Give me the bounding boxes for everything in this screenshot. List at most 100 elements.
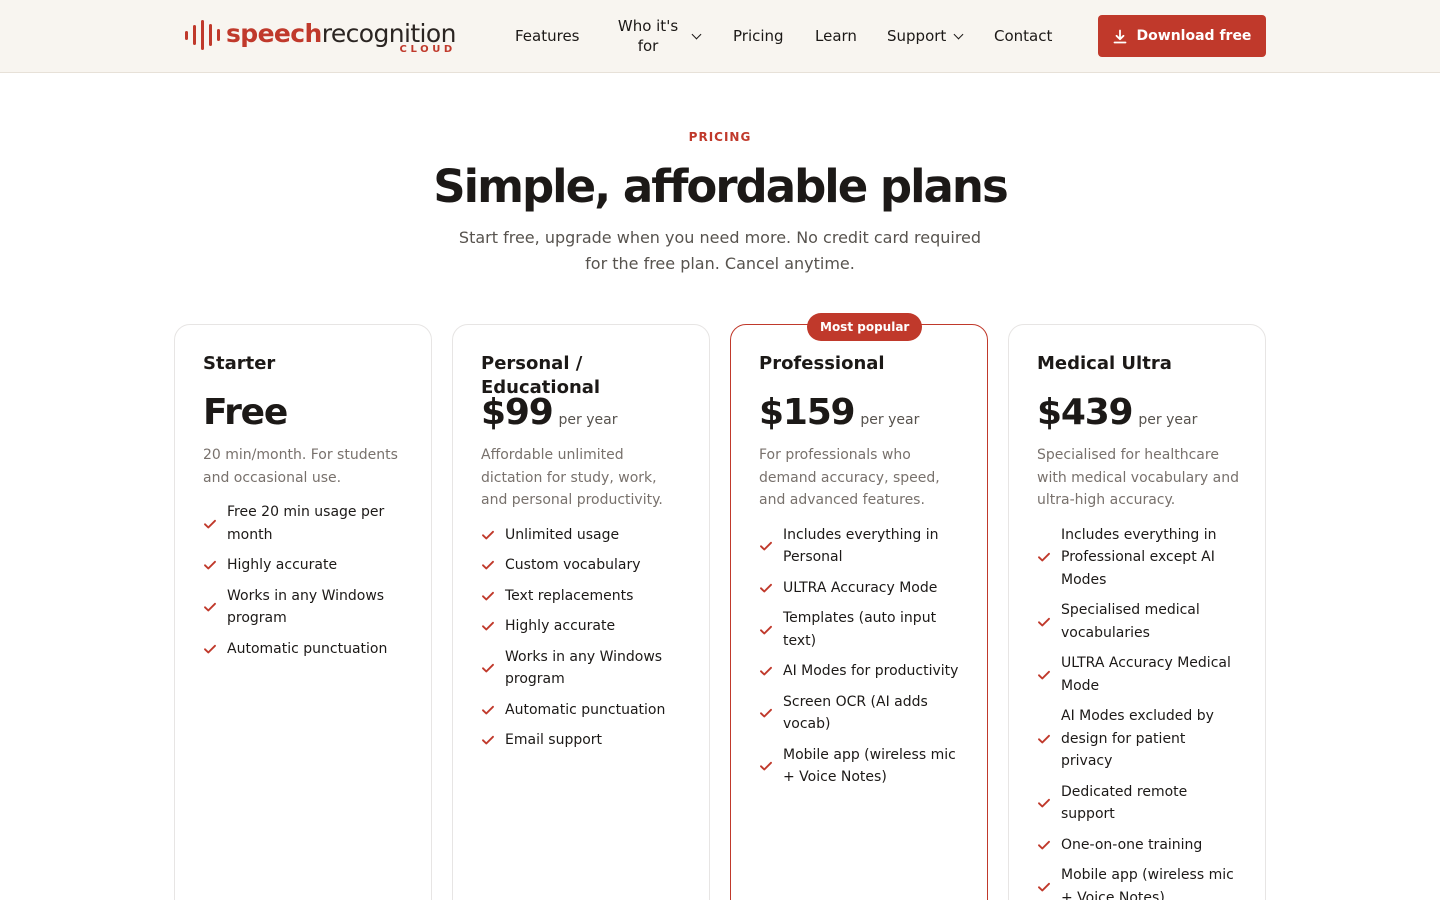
feature-item: Unlimited usage <box>481 520 682 551</box>
nav-item-contact[interactable]: Contact <box>994 0 1052 72</box>
price-row: Free <box>203 392 404 442</box>
feature-text: Mobile app (wireless mic + Voice Notes) <box>1061 867 1234 900</box>
check-icon <box>204 644 216 654</box>
feature-list: Includes everything in Professional exce… <box>1037 520 1238 900</box>
feature-item: ULTRA Accuracy Mode <box>759 573 960 604</box>
feature-item: Mobile app (wireless mic + Voice Notes) <box>1037 860 1238 900</box>
feature-item: Mobile app (wireless mic + Voice Notes) <box>759 740 960 793</box>
nav-item-learn[interactable]: Learn <box>815 0 857 72</box>
feature-text: Text replacements <box>505 587 634 604</box>
check-icon <box>482 561 494 570</box>
plan-card-starter: Starter Free 20 min/month. For students an… <box>174 324 432 900</box>
check-icon <box>1038 882 1050 891</box>
feature-item: Screen OCR (AI adds vocab) <box>759 687 960 740</box>
check-icon <box>1038 617 1050 626</box>
plan-period: per year <box>860 412 920 428</box>
nav-item-label: Features <box>515 27 580 45</box>
check-icon <box>204 519 216 528</box>
feature-text: AI Modes excluded by design for patient … <box>1061 708 1214 769</box>
plan-description: Affordable unlimited dictation for study… <box>481 447 663 508</box>
plan-name: Medical Ultra <box>1037 353 1172 374</box>
feature-text: Templates (auto input text) <box>783 610 937 649</box>
plan-period: per year <box>1138 412 1198 428</box>
feature-item: Free 20 min usage per month <box>203 497 404 550</box>
feature-text: Highly accurate <box>505 618 616 634</box>
page-title: Simple, affordable plans <box>433 160 1009 213</box>
plan-description: 20 min/month. For students and occasiona… <box>203 447 398 486</box>
feature-item: Automatic punctuation <box>203 634 404 665</box>
check-icon <box>482 663 494 673</box>
feature-item: Includes everything in Professional exce… <box>1037 520 1238 596</box>
feature-item: One-on-one training <box>1037 830 1238 861</box>
feature-item: Includes everything in Personal <box>759 520 960 573</box>
section-eyebrow: PRICING <box>688 130 752 144</box>
check-icon <box>1038 670 1050 679</box>
feature-text: Highly accurate <box>227 557 338 573</box>
feature-text: AI Modes for productivity <box>783 663 959 679</box>
download-button-label: Download free <box>1136 28 1252 44</box>
feature-item: AI Modes excluded by design for patient … <box>1037 701 1238 777</box>
download-icon <box>1113 29 1126 43</box>
nav-item-label: Support <box>887 27 947 45</box>
download-free-button[interactable]: Download free <box>1098 15 1266 57</box>
check-icon <box>204 561 216 570</box>
plan-period: per year <box>558 412 618 428</box>
feature-text: Free 20 min usage per month <box>227 504 385 543</box>
brand-logo[interactable]: speechrecognition CLOUD <box>185 19 456 55</box>
plan-price: $99 <box>481 392 554 433</box>
plan-price: $439 <box>1037 392 1134 433</box>
feature-list: Free 20 min usage per month Highly accura… <box>203 497 404 664</box>
check-icon <box>760 583 772 593</box>
site-header: speechrecognition CLOUD Features Who it'… <box>0 0 1440 73</box>
chevron-down-icon <box>691 29 702 39</box>
price-row: $159 per year <box>759 392 960 442</box>
plan-name: Professional <box>759 353 885 374</box>
feature-item: Email support <box>481 725 682 756</box>
brand-name-primary: speech <box>226 19 322 48</box>
nav-item-label: Who it's for <box>617 17 679 55</box>
brand-tagline: CLOUD <box>399 44 456 55</box>
feature-text: Automatic punctuation <box>227 640 388 657</box>
feature-item: Specialised medical vocabularies <box>1037 595 1238 648</box>
nav-item-support[interactable]: Support <box>887 0 964 72</box>
check-icon <box>760 708 772 718</box>
feature-text: Mobile app (wireless mic + Voice Notes) <box>783 746 956 786</box>
feature-text: ULTRA Accuracy Medical Mode <box>1061 655 1231 694</box>
feature-text: Email support <box>505 732 603 748</box>
nav-item-label: Pricing <box>733 27 784 45</box>
nav-item-who-its-for[interactable]: Who it's for <box>612 0 702 72</box>
feature-text: Custom vocabulary <box>505 557 641 573</box>
feature-item: Automatic punctuation <box>481 695 682 726</box>
nav-item-label: Contact <box>994 27 1053 45</box>
feature-text: Includes everything in Professional exce… <box>1061 526 1217 588</box>
check-icon <box>1038 840 1050 850</box>
check-icon <box>482 705 494 715</box>
check-icon <box>1038 553 1050 562</box>
plan-price: Free <box>203 392 288 433</box>
feature-text: Dedicated remote support <box>1061 783 1188 823</box>
check-icon <box>482 622 494 631</box>
feature-item: Dedicated remote support <box>1037 777 1238 830</box>
plan-name: Personal / Educational <box>481 353 601 398</box>
feature-text: Includes everything in Personal <box>783 526 939 566</box>
nav-item-pricing[interactable]: Pricing <box>733 0 784 72</box>
plan-price: $159 <box>759 392 856 433</box>
feature-item: Works in any Windows program <box>481 642 682 695</box>
feature-text: Specialised medical vocabularies <box>1061 602 1200 641</box>
check-icon <box>482 591 494 601</box>
feature-item: Custom vocabulary <box>481 550 682 581</box>
nav-item-features[interactable]: Features <box>515 0 580 72</box>
feature-item: Text replacements <box>481 581 682 612</box>
check-icon <box>1038 734 1050 744</box>
chevron-down-icon <box>953 29 964 39</box>
check-icon <box>760 541 772 551</box>
plan-card-professional: Most popular Professional $159 per year For … <box>730 313 988 900</box>
soundwave-icon <box>185 19 220 51</box>
brand-wordmark: speechrecognition CLOUD <box>226 19 456 55</box>
plan-description: For professionals who demand accuracy, s… <box>759 447 940 508</box>
feature-list: Includes everything in Personal ULTRA Acc… <box>759 520 960 793</box>
check-icon <box>760 667 772 676</box>
check-icon <box>760 625 772 634</box>
page-subtitle: Start free, upgrade when you need more. … <box>458 228 982 273</box>
feature-item: Templates (auto input text) <box>759 603 960 656</box>
